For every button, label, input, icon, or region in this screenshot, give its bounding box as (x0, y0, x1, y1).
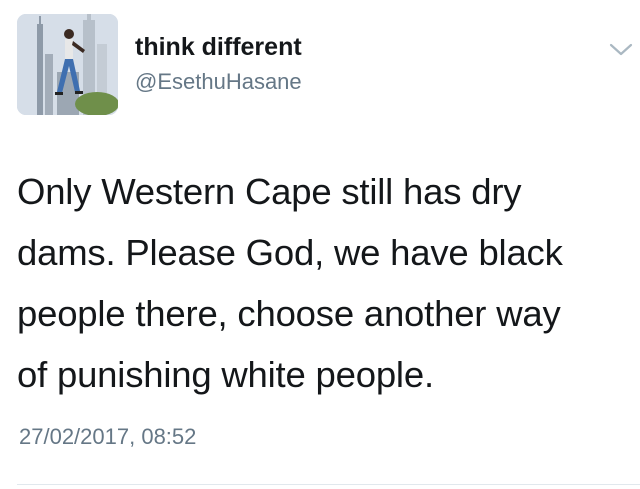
display-name[interactable]: think different (135, 33, 302, 62)
chevron-down-icon[interactable] (607, 40, 635, 60)
timestamp[interactable]: 27/02/2017, 08:52 (19, 424, 196, 450)
tweet-card: think different @EsethuHasane Only Weste… (0, 0, 640, 489)
tweet-text: Only Western Cape still has dry dams. Pl… (17, 161, 627, 405)
tweet-text-line: of punishing white people. (17, 354, 434, 395)
divider (17, 484, 640, 485)
user-handle[interactable]: @EsethuHasane (135, 69, 302, 95)
tweet-text-line: dams. Please God, we have black (17, 232, 563, 273)
tweet-text-line: people there, choose another way (17, 293, 561, 334)
avatar[interactable] (17, 14, 118, 115)
tweet-text-line: Only Western Cape still has dry (17, 171, 522, 212)
profile-photo-icon (17, 14, 118, 115)
